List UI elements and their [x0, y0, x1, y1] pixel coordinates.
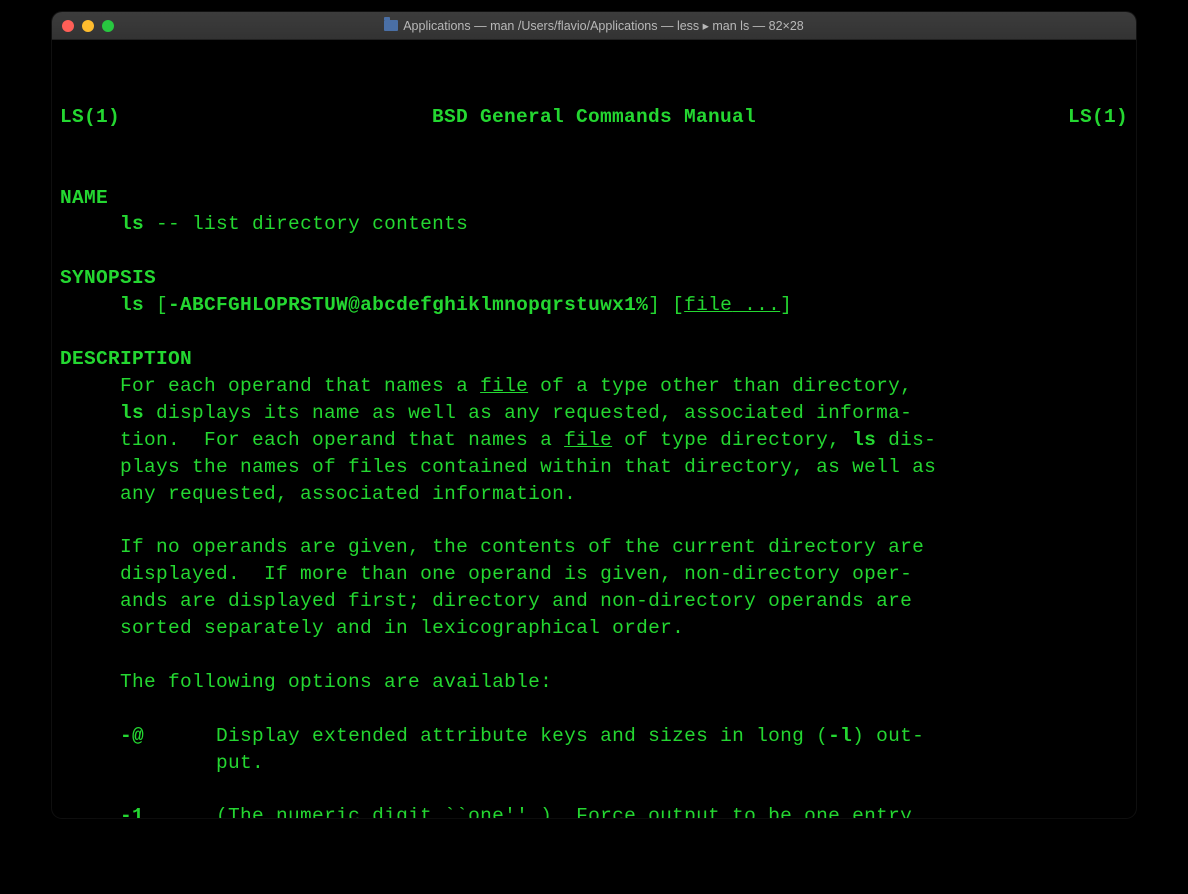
folder-icon — [384, 20, 398, 31]
window-title: Applications — man /Users/flavio/Applica… — [52, 18, 1136, 33]
desc-p1-l1b: of a type other than directory, — [528, 375, 912, 397]
section-synopsis-heading: SYNOPSIS — [60, 267, 156, 289]
desc-p1-ls2: ls — [852, 429, 876, 451]
desc-p1-l2a: displays its name as well as any request… — [144, 402, 912, 424]
header-center: BSD General Commands Manual — [120, 104, 1068, 131]
synopsis-ellipsis: ... — [732, 294, 780, 316]
opt-at-l2: put. — [216, 752, 264, 774]
desc-p2-l1: If no operands are given, the contents o… — [120, 536, 924, 558]
window-title-text: Applications — man /Users/flavio/Applica… — [403, 18, 804, 33]
window-titlebar[interactable]: Applications — man /Users/flavio/Applica… — [52, 12, 1136, 40]
synopsis-cmd: ls — [120, 294, 144, 316]
desc-p1-l5: any requested, associated information. — [120, 483, 576, 505]
desc-p2-l4: sorted separately and in lexicographical… — [120, 617, 684, 639]
synopsis-close: ] [ — [648, 294, 684, 316]
synopsis-open: [ — [144, 294, 168, 316]
synopsis-flags: -ABCFGHLOPRSTUW@abcdefghiklmnopqrstuwx1% — [168, 294, 648, 316]
man-page: LS(1)BSD General Commands ManualLS(1) NA… — [60, 77, 1128, 818]
name-desc: list directory contents — [192, 213, 468, 235]
header-right: LS(1) — [1068, 104, 1128, 131]
maximize-button[interactable] — [102, 20, 114, 32]
opt-at-flag: -@ — [120, 725, 144, 747]
desc-p1-file1: file — [480, 375, 528, 397]
desc-p1-l1a: For each operand that names a — [120, 375, 480, 397]
traffic-lights — [62, 20, 114, 32]
desc-p1-l3b: of type directory, — [612, 429, 852, 451]
opt-at-l1a: Display extended attribute keys and size… — [216, 725, 828, 747]
desc-p1-file2: file — [564, 429, 612, 451]
name-dash: -- — [144, 213, 192, 235]
desc-p2-l2: displayed. If more than one operand is g… — [120, 563, 912, 585]
opt-at-l1b: ) out- — [852, 725, 924, 747]
desc-p1-l4: plays the names of files contained withi… — [120, 456, 936, 478]
name-cmd: ls — [120, 213, 144, 235]
desc-p1-ls1: ls — [120, 402, 144, 424]
opt-1-l1: (The numeric digit ``one''.) Force outpu… — [216, 805, 912, 818]
section-name-heading: NAME — [60, 187, 108, 209]
desc-p1-l3c: dis- — [876, 429, 936, 451]
synopsis-end: ] — [780, 294, 792, 316]
section-description-heading: DESCRIPTION — [60, 348, 192, 370]
desc-p3-l1: The following options are available: — [120, 671, 552, 693]
desc-p2-l3: ands are displayed first; directory and … — [120, 590, 912, 612]
manpage-header: LS(1)BSD General Commands ManualLS(1) — [60, 104, 1128, 131]
close-button[interactable] — [62, 20, 74, 32]
terminal-window: Applications — man /Users/flavio/Applica… — [52, 12, 1136, 818]
synopsis-file: file — [684, 294, 732, 316]
header-left: LS(1) — [60, 104, 120, 131]
opt-at-l: -l — [828, 725, 852, 747]
minimize-button[interactable] — [82, 20, 94, 32]
opt-1-flag: -1 — [120, 805, 144, 818]
terminal-content[interactable]: LS(1)BSD General Commands ManualLS(1) NA… — [52, 40, 1136, 818]
desc-p1-l3a: tion. For each operand that names a — [120, 429, 564, 451]
